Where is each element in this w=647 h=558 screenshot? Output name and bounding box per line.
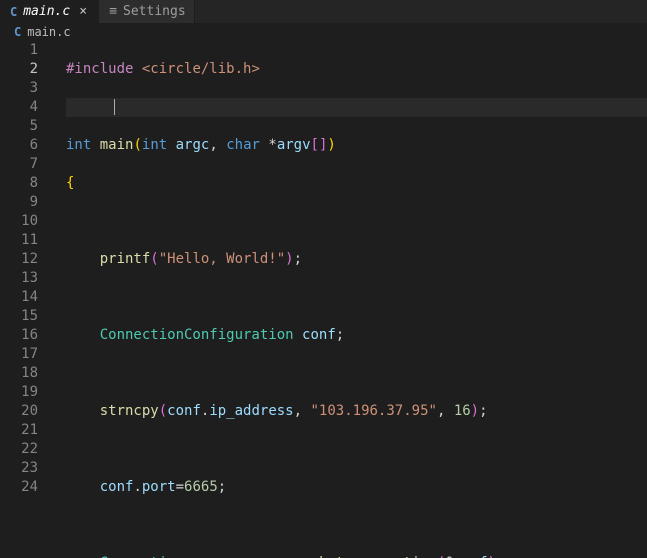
code-line[interactable]: printf("Hello, World!");: [66, 250, 647, 269]
line-number: 18: [0, 364, 38, 383]
line-number: 21: [0, 421, 38, 440]
code-line[interactable]: strncpy(conf.ip_address, "103.196.37.95"…: [66, 402, 647, 421]
line-number: 4: [0, 98, 38, 117]
line-number: 20: [0, 402, 38, 421]
line-number: 6: [0, 136, 38, 155]
line-number: 8: [0, 174, 38, 193]
c-file-icon: C: [14, 25, 21, 39]
line-number: 3: [0, 79, 38, 98]
tab-settings[interactable]: ≡ Settings: [99, 0, 194, 23]
line-number: 13: [0, 269, 38, 288]
code-line[interactable]: int main(int argc, char *argv[]): [66, 136, 647, 155]
code-line[interactable]: [66, 212, 647, 231]
code-line[interactable]: #include <circle/lib.h>: [66, 60, 647, 79]
line-number-gutter: 123456789101112131415161718192021222324: [0, 41, 52, 558]
line-number: 19: [0, 383, 38, 402]
close-icon[interactable]: ×: [76, 4, 90, 19]
line-number: 2: [0, 60, 38, 79]
tab-label: Settings: [123, 4, 186, 19]
line-number: 16: [0, 326, 38, 345]
code-editor[interactable]: 123456789101112131415161718192021222324 …: [0, 41, 647, 558]
code-line[interactable]: [66, 440, 647, 459]
line-number: 1: [0, 41, 38, 60]
code-line[interactable]: [66, 98, 647, 117]
tab-bar: C main.c × ≡ Settings: [0, 0, 647, 23]
code-line[interactable]: {: [66, 174, 647, 193]
line-number: 17: [0, 345, 38, 364]
code-area[interactable]: #include <circle/lib.h> int main(int arg…: [52, 41, 647, 558]
line-number: 15: [0, 307, 38, 326]
tab-main-c[interactable]: C main.c ×: [0, 0, 99, 23]
breadcrumb[interactable]: C main.c: [0, 23, 647, 41]
text-cursor-icon: [114, 99, 115, 115]
c-file-icon: C: [10, 5, 17, 19]
line-number: 9: [0, 193, 38, 212]
code-line[interactable]: ConnectionConfiguration conf;: [66, 326, 647, 345]
settings-icon: ≡: [109, 4, 117, 19]
line-number: 11: [0, 231, 38, 250]
code-line[interactable]: [66, 364, 647, 383]
line-number: 14: [0, 288, 38, 307]
line-number: 10: [0, 212, 38, 231]
line-number: 22: [0, 440, 38, 459]
code-line[interactable]: [66, 288, 647, 307]
line-number: 12: [0, 250, 38, 269]
line-number: 5: [0, 117, 38, 136]
code-line[interactable]: [66, 516, 647, 535]
line-number: 24: [0, 478, 38, 497]
code-line[interactable]: Connection conn = open_socket_connection…: [66, 554, 647, 558]
tab-label: main.c: [23, 4, 70, 19]
line-number: 23: [0, 459, 38, 478]
breadcrumb-label: main.c: [27, 25, 70, 39]
code-line[interactable]: conf.port=6665;: [66, 478, 647, 497]
line-number: 7: [0, 155, 38, 174]
